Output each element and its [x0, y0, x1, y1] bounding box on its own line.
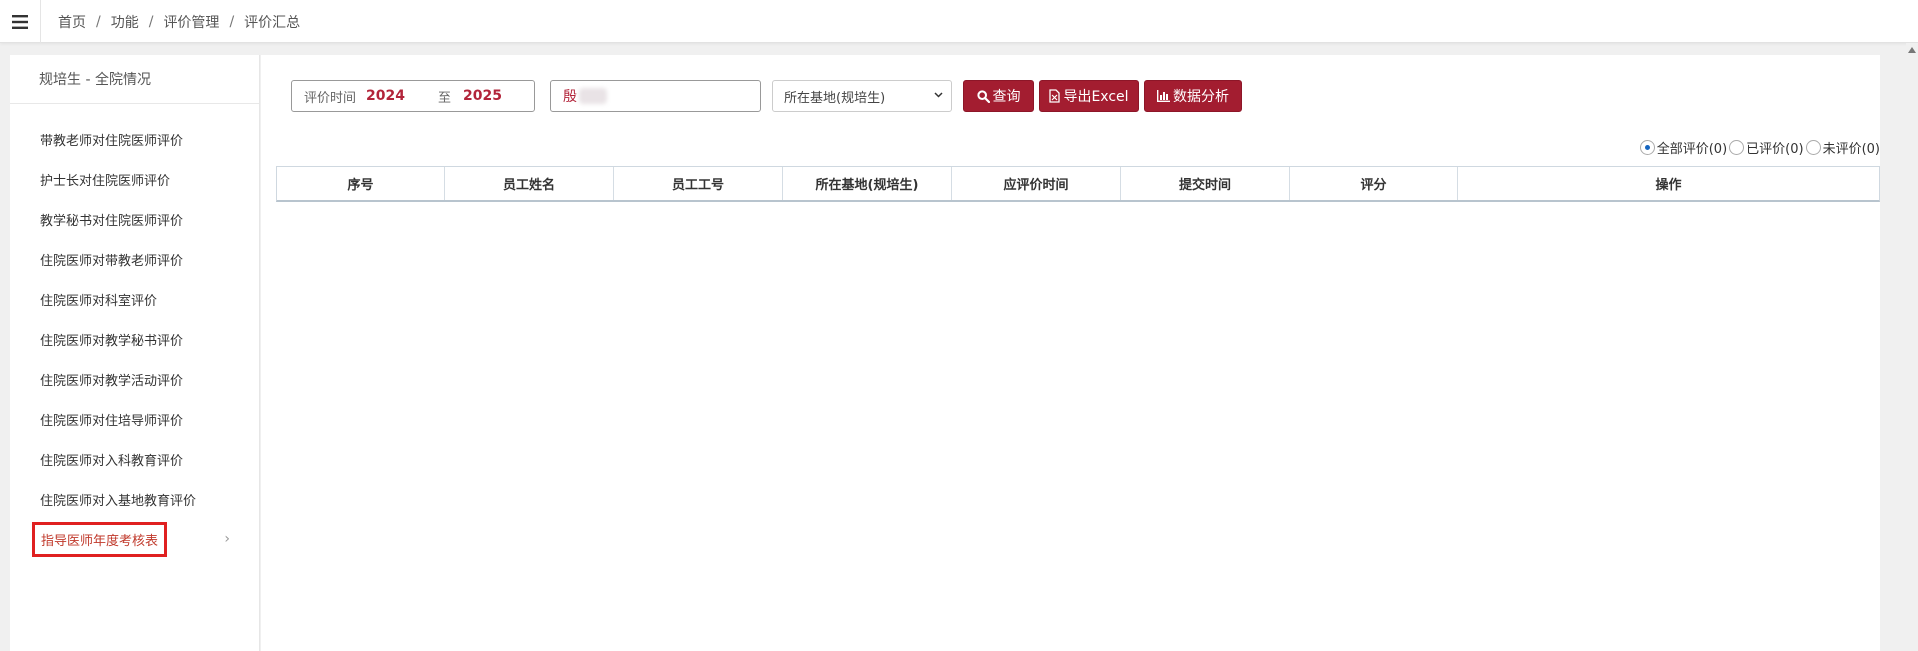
breadcrumb-separator: /: [148, 13, 154, 30]
date-range-input[interactable]: 评价时间 2024 至 2025: [291, 80, 535, 112]
radio-all-evaluations[interactable]: 全部评价(0): [1639, 138, 1728, 157]
sidebar-item-annual-assessment[interactable]: 指导医师年度考核表 ›: [10, 519, 260, 559]
sidebar-item-label: 住院医师对教学活动评价: [40, 373, 184, 389]
radio-circle-icon: [1805, 139, 1821, 155]
radio-not-evaluated[interactable]: 未评价(0): [1805, 138, 1880, 157]
sidebar-item-label: 住院医师对教学秘书评价: [40, 333, 184, 349]
page-scrollbar[interactable]: [1906, 43, 1918, 651]
sidebar-item-label: 指导医师年度考核表: [32, 521, 168, 557]
column-header-employee-id[interactable]: 员工工号: [614, 167, 783, 200]
date-from-value[interactable]: 2024: [366, 88, 426, 104]
sidebar-item[interactable]: 住院医师对入基地教育评价: [10, 479, 260, 519]
column-header-actions[interactable]: 操作: [1458, 167, 1879, 200]
date-to-value[interactable]: 2025: [463, 88, 502, 104]
search-icon: [976, 89, 990, 103]
redacted-text: [579, 88, 607, 104]
sidebar-item-label: 住院医师对科室评价: [40, 293, 158, 309]
column-header-employee-name[interactable]: 员工姓名: [445, 167, 614, 200]
bar-chart-icon: [1157, 90, 1170, 102]
data-analysis-button-label: 数据分析: [1173, 89, 1229, 105]
sidebar-item-label: 住院医师对带教老师评价: [40, 253, 184, 269]
export-excel-button-label: 导出Excel: [1063, 89, 1129, 105]
file-excel-icon: [1049, 89, 1061, 103]
sidebar: 规培生 - 全院情况 带教老师对住院医师评价 护士长对住院医师评价 教学秘书对住…: [10, 55, 260, 651]
column-header-due-time[interactable]: 应评价时间: [952, 167, 1121, 200]
breadcrumb: 首页 / 功能 / 评价管理 / 评价汇总: [58, 0, 300, 43]
column-header-submit-time[interactable]: 提交时间: [1121, 167, 1290, 200]
radio-circle-icon: [1639, 139, 1655, 155]
sidebar-item[interactable]: 教学秘书对住院医师评价: [10, 199, 260, 239]
scroll-up-arrow-icon[interactable]: [1908, 47, 1916, 53]
sidebar-item[interactable]: 住院医师对教学秘书评价: [10, 319, 260, 359]
date-range-label: 评价时间: [304, 90, 357, 106]
column-header-index[interactable]: 序号: [277, 167, 445, 200]
sidebar-item[interactable]: 住院医师对住培导师评价: [10, 399, 260, 439]
sidebar-item-label: 教学秘书对住院医师评价: [40, 213, 184, 229]
base-select[interactable]: 所在基地(规培生): [772, 80, 952, 112]
sidebar-title: 规培生 - 全院情况: [10, 55, 259, 104]
name-search-input[interactable]: 殷: [550, 80, 761, 112]
radio-label: 全部评价(0): [1656, 141, 1728, 157]
sidebar-item-label: 护士长对住院医师评价: [40, 173, 171, 189]
column-header-score[interactable]: 评分: [1290, 167, 1458, 200]
breadcrumb-eval-management[interactable]: 评价管理: [163, 12, 219, 32]
sidebar-item[interactable]: 住院医师对科室评价: [10, 279, 260, 319]
top-bar: 首页 / 功能 / 评价管理 / 评价汇总: [0, 0, 1918, 43]
radio-label: 已评价(0): [1746, 141, 1804, 157]
name-search-value: 殷: [563, 89, 577, 105]
sidebar-item[interactable]: 住院医师对入科教育评价: [10, 439, 260, 479]
radio-evaluated[interactable]: 已评价(0): [1729, 138, 1804, 157]
breadcrumb-function[interactable]: 功能: [111, 12, 139, 32]
chevron-down-icon: [934, 92, 943, 98]
sidebar-item[interactable]: 带教老师对住院医师评价: [10, 119, 260, 159]
sidebar-item-label: 带教老师对住院医师评价: [40, 133, 184, 149]
date-range-separator: 至: [438, 90, 452, 106]
radio-label: 未评价(0): [1822, 141, 1880, 157]
radio-circle-icon: [1729, 139, 1745, 155]
export-excel-button[interactable]: 导出Excel: [1039, 80, 1139, 112]
sidebar-item-label: 住院医师对入科教育评价: [40, 453, 184, 469]
data-analysis-button[interactable]: 数据分析: [1144, 80, 1242, 112]
base-select-value: 所在基地(规培生): [784, 90, 886, 106]
query-button[interactable]: 查询: [963, 80, 1034, 112]
main-panel: 评价时间 2024 至 2025 殷 所在基地(规培生) 查询 导出Excel …: [261, 55, 1880, 651]
sidebar-item-label: 住院医师对入基地教育评价: [40, 493, 197, 509]
evaluation-table-header: 序号 员工姓名 员工工号 所在基地(规培生) 应评价时间 提交时间 评分 操作: [276, 166, 1880, 202]
hamburger-menu-icon[interactable]: [0, 0, 41, 43]
breadcrumb-eval-summary: 评价汇总: [244, 14, 301, 31]
breadcrumb-home[interactable]: 首页: [58, 12, 86, 32]
sidebar-item[interactable]: 住院医师对教学活动评价: [10, 359, 260, 399]
column-header-base[interactable]: 所在基地(规培生): [783, 167, 952, 200]
sidebar-item[interactable]: 护士长对住院医师评价: [10, 159, 260, 199]
breadcrumb-separator: /: [96, 13, 101, 30]
evaluation-filter-radios: 全部评价(0) 已评价(0) 未评价(0): [1638, 138, 1880, 157]
sidebar-item[interactable]: 住院医师对带教老师评价: [10, 239, 260, 279]
query-button-label: 查询: [992, 89, 1021, 105]
chevron-right-icon: ›: [224, 531, 230, 547]
breadcrumb-separator: /: [229, 13, 235, 30]
sidebar-item-label: 住院医师对住培导师评价: [40, 413, 184, 429]
